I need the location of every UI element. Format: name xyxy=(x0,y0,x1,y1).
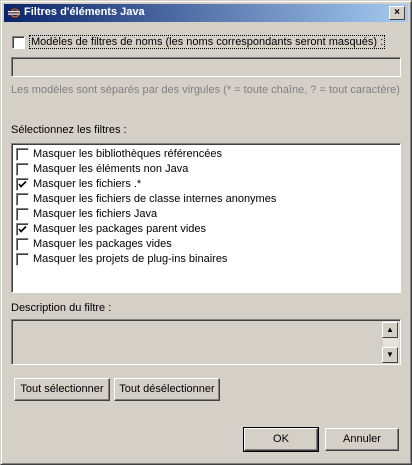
description-label: Description du filtre : xyxy=(11,302,112,314)
filter-checkbox[interactable] xyxy=(16,223,29,236)
filter-label: Masquer les packages parent vides xyxy=(33,223,207,235)
patterns-hint: Les modèles sont séparés par des virgule… xyxy=(11,84,400,96)
close-button[interactable]: × xyxy=(389,6,405,20)
scroll-up-icon[interactable]: ▲ xyxy=(382,322,398,338)
ok-button[interactable]: OK xyxy=(243,427,319,452)
filter-checkbox[interactable] xyxy=(16,193,29,206)
filter-label: Masquer les projets de plug-ins binaires xyxy=(33,253,228,265)
eclipse-icon xyxy=(8,7,20,19)
window-title: Filtres d'éléments Java xyxy=(24,6,145,18)
filters-label: Sélectionnez les filtres : xyxy=(11,124,127,136)
patterns-input[interactable] xyxy=(11,57,401,77)
filter-checkbox[interactable] xyxy=(16,178,29,191)
filter-checkbox[interactable] xyxy=(16,163,29,176)
filter-label: Masquer les éléments non Java xyxy=(33,163,189,175)
cancel-button[interactable]: Annuler xyxy=(325,428,399,451)
filter-label: Masquer les fichiers .* xyxy=(33,178,142,190)
title-bar[interactable]: Filtres d'éléments Java × xyxy=(4,4,408,22)
filter-label: Masquer les fichiers de classe internes … xyxy=(33,193,277,205)
scroll-down-icon[interactable]: ▼ xyxy=(382,347,398,363)
patterns-checkbox[interactable] xyxy=(12,36,25,49)
filter-checkbox[interactable] xyxy=(16,238,29,251)
filter-checkbox[interactable] xyxy=(16,253,29,266)
filter-label: Masquer les fichiers Java xyxy=(33,208,158,220)
filters-list[interactable]: Masquer les bibliothèques référencées Mas… xyxy=(11,143,401,293)
filter-label: Masquer les bibliothèques référencées xyxy=(33,148,222,160)
filter-label: Masquer les packages vides xyxy=(33,238,172,250)
filter-checkbox[interactable] xyxy=(16,148,29,161)
description-field: ▲ ▼ xyxy=(11,319,401,365)
deselect-all-button[interactable]: Tout désélectionner xyxy=(114,378,220,401)
patterns-checkbox-label[interactable]: Modèles de filtres de noms (les noms cor… xyxy=(29,35,386,49)
select-all-button[interactable]: Tout sélectionner xyxy=(14,378,110,401)
filter-checkbox[interactable] xyxy=(16,208,29,221)
